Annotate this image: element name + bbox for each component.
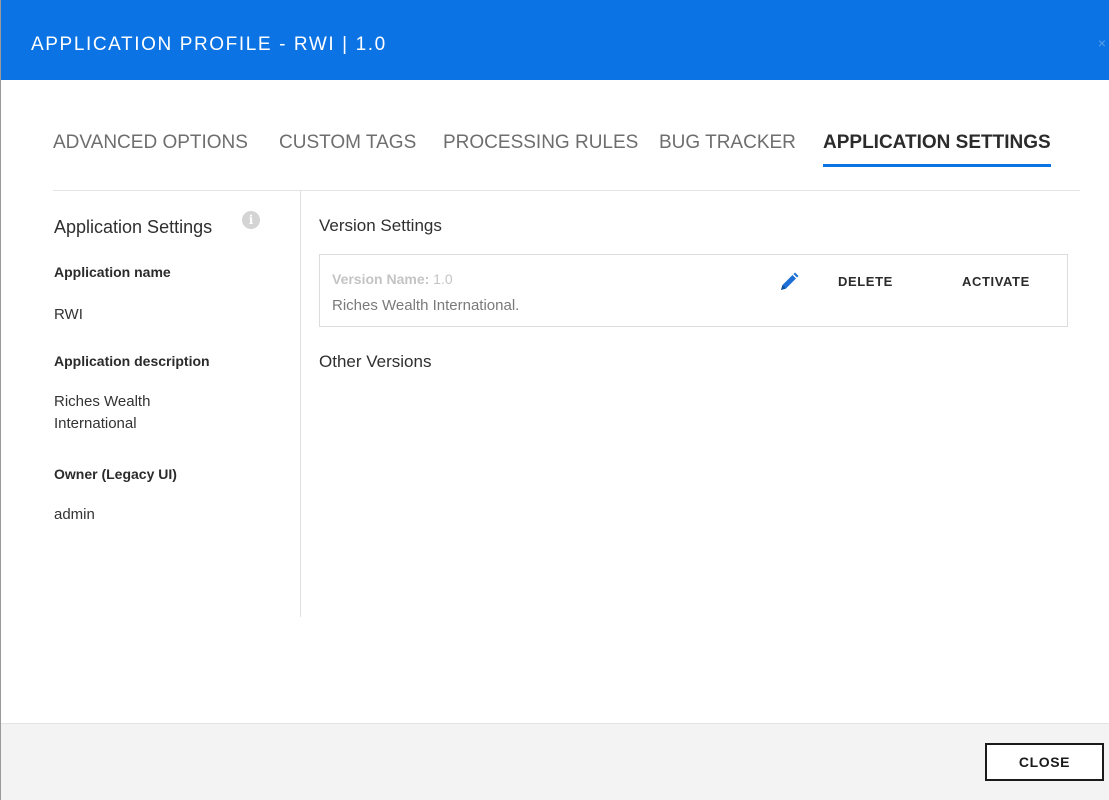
settings-sidebar: Application Settings i Application name … — [53, 191, 301, 617]
version-settings-title: Version Settings — [319, 216, 442, 235]
tab-bug-tracker[interactable]: BUG TRACKER — [659, 130, 796, 156]
pencil-icon[interactable] — [778, 271, 800, 293]
version-name-value: 1.0 — [433, 271, 453, 287]
other-versions-title: Other Versions — [319, 352, 432, 371]
dialog-title: APPLICATION PROFILE - RWI | 1.0 — [31, 34, 387, 55]
application-description-value: Riches Wealth International — [54, 393, 151, 432]
tab-application-settings-label: APPLICATION SETTINGS — [823, 132, 1051, 153]
application-name-value: RWI — [54, 306, 83, 323]
version-card: Version Name: 1.0 Riches Wealth Internat… — [319, 254, 1068, 327]
owner-label: Owner (Legacy UI) — [54, 466, 177, 482]
owner-value: admin — [54, 506, 95, 523]
tab-advanced-options[interactable]: ADVANCED OPTIONS — [53, 130, 248, 156]
settings-main: Version Settings Version Name: 1.0 Riche… — [319, 191, 1079, 621]
application-description-label: Application description — [54, 353, 210, 369]
application-profile-dialog: APPLICATION PROFILE - RWI | 1.0 × ADVANC… — [0, 0, 1109, 800]
application-name-label: Application name — [54, 264, 171, 280]
close-button[interactable]: CLOSE — [985, 743, 1104, 781]
sidebar-title: Application Settings — [54, 217, 213, 237]
version-name-label: Version Name: — [332, 271, 430, 287]
dialog-header: APPLICATION PROFILE - RWI | 1.0 × — [1, 0, 1109, 80]
tab-custom-tags[interactable]: CUSTOM TAGS — [279, 130, 416, 156]
tab-processing-rules[interactable]: PROCESSING RULES — [443, 130, 638, 156]
dialog-footer: CLOSE — [1, 723, 1109, 800]
delete-button[interactable]: DELETE — [838, 274, 893, 290]
activate-button[interactable]: ACTIVATE — [962, 274, 1030, 290]
tab-application-settings[interactable]: APPLICATION SETTINGS — [823, 130, 1051, 167]
info-icon[interactable]: i — [242, 211, 260, 229]
active-tab-indicator — [823, 164, 1051, 167]
close-icon[interactable]: × — [1098, 36, 1106, 50]
version-name: Version Name: 1.0 — [332, 270, 453, 288]
version-description: Riches Wealth International. — [332, 297, 520, 314]
